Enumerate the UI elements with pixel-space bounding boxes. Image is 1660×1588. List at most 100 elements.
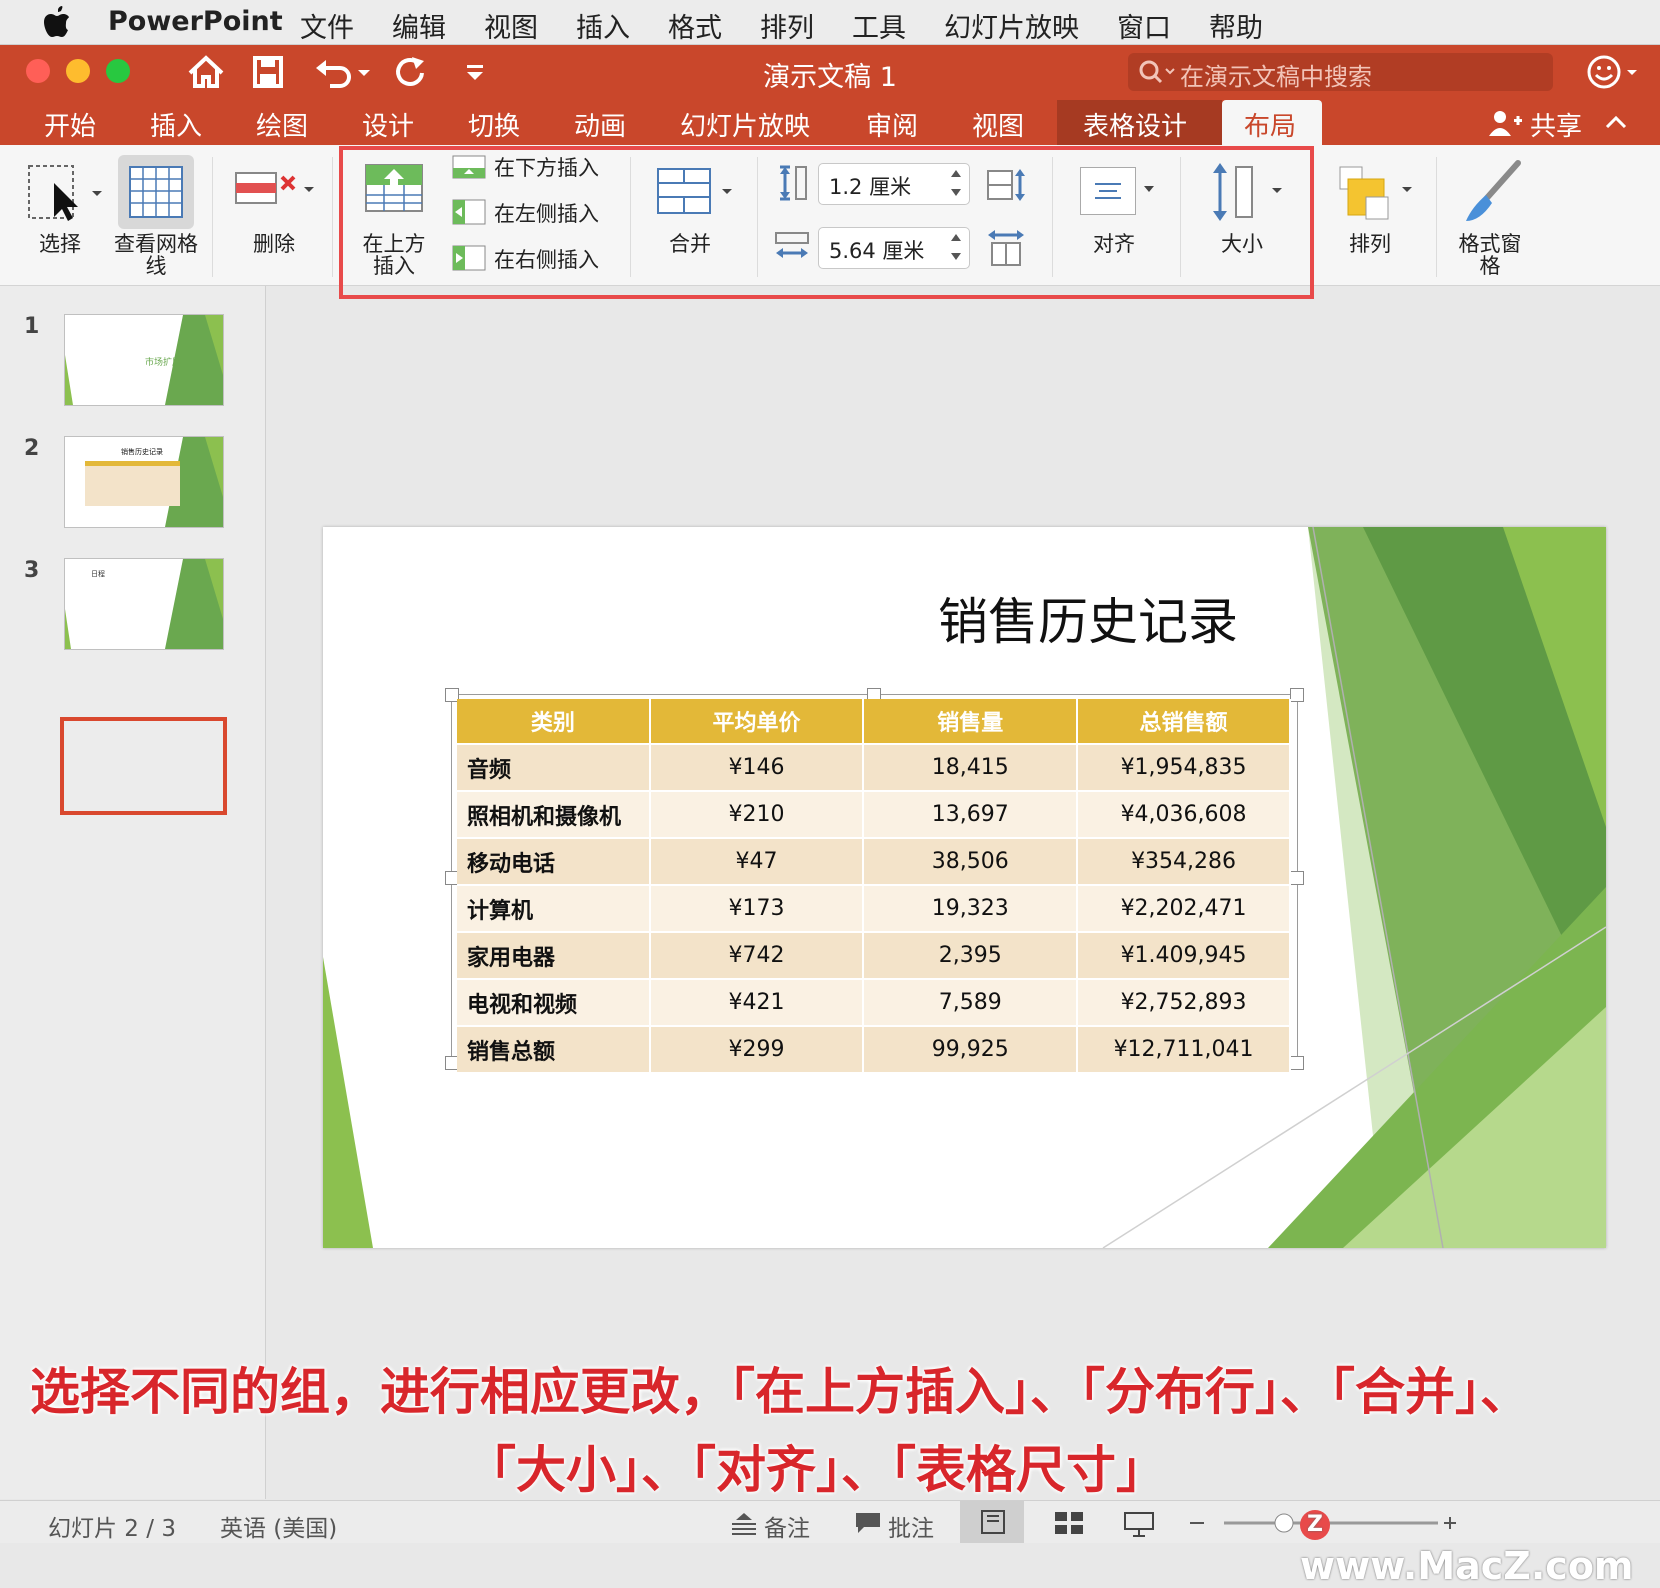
menu-view[interactable]: 视图 [484, 6, 538, 45]
home-icon[interactable] [186, 53, 226, 91]
table-cell[interactable]: 13,697 [863, 790, 1079, 838]
table-cell[interactable]: 19,323 [863, 884, 1079, 932]
table-cell[interactable]: ¥47 [649, 837, 865, 885]
select-arrow-icon[interactable] [26, 163, 106, 223]
table-row: 计算机 ¥173 19,323 ¥2,202,471 [457, 884, 1291, 932]
redo-icon[interactable] [390, 53, 430, 91]
view-gridlines-button[interactable] [118, 155, 194, 229]
menu-format[interactable]: 格式 [668, 6, 722, 45]
table-cell[interactable]: ¥12,711,041 [1077, 1025, 1291, 1072]
caption-line-1: 选择不同的组，进行相应更改，「在上方插入」、「分布行」、「合并」、 [30, 1363, 1530, 1421]
table-cell[interactable]: ¥1,954,835 [1077, 743, 1291, 791]
thumbnail-3-graphics [65, 559, 223, 649]
notes-button[interactable]: 备注 [764, 1509, 810, 1543]
save-icon[interactable] [248, 53, 288, 91]
tab-draw[interactable]: 绘图 [256, 106, 308, 143]
zoom-window-button[interactable] [106, 59, 130, 83]
arrange-icon[interactable] [1338, 165, 1418, 221]
table-cell[interactable]: ¥299 [649, 1025, 865, 1072]
slides-pane: 1 市场扩展 2 销售历史记录 3 日程 [0, 286, 266, 1499]
table-cell[interactable]: 计算机 [457, 884, 651, 932]
slide-title[interactable]: 销售历史记录 [323, 582, 1503, 654]
table-cell[interactable]: ¥2,752,893 [1077, 978, 1291, 1026]
table-cell[interactable]: 2,395 [863, 931, 1079, 979]
selected-slide-frame [60, 717, 227, 815]
arrange-label: 排列 [1349, 232, 1391, 256]
menu-help[interactable]: 帮助 [1209, 6, 1263, 45]
slide-title-text: 销售历史记录 [938, 593, 1238, 651]
table-cell[interactable]: 99,925 [863, 1025, 1079, 1072]
menu-tools[interactable]: 工具 [852, 6, 906, 45]
tab-review[interactable]: 审阅 [866, 106, 918, 143]
tab-home[interactable]: 开始 [44, 106, 96, 143]
tab-animations[interactable]: 动画 [574, 106, 626, 143]
presenter-view-icon[interactable] [1124, 1511, 1154, 1537]
undo-icon[interactable] [312, 53, 372, 91]
tab-view[interactable]: 视图 [972, 106, 1024, 143]
table-cell[interactable]: 音频 [457, 743, 651, 791]
minimize-window-button[interactable] [66, 59, 90, 83]
slide-sorter-icon[interactable] [1054, 1511, 1084, 1535]
tab-design[interactable]: 设计 [362, 106, 414, 143]
format-pane-brush-icon[interactable] [1462, 159, 1524, 225]
table-header-cell[interactable]: 总销售额 [1077, 699, 1291, 744]
table-cell[interactable]: ¥742 [649, 931, 865, 979]
menu-file[interactable]: 文件 [300, 6, 354, 45]
table-cell[interactable]: 移动电话 [457, 837, 651, 885]
table-row: 音频 ¥146 18,415 ¥1,954,835 [457, 743, 1291, 791]
slide-counter: 幻灯片 2 / 3 [48, 1516, 176, 1542]
close-window-button[interactable] [26, 59, 50, 83]
normal-view-button[interactable] [960, 1501, 1024, 1543]
slide-thumbnail-2[interactable]: 销售历史记录 [64, 436, 224, 528]
notes-icon[interactable] [730, 1511, 758, 1535]
table-cell[interactable]: 18,415 [863, 743, 1079, 791]
tab-table-design[interactable]: 表格设计 [1083, 106, 1187, 143]
comments-icon[interactable] [854, 1511, 882, 1535]
feedback-smiley-icon[interactable] [1585, 53, 1641, 91]
resize-handle-mr[interactable] [1290, 871, 1304, 885]
share-button[interactable]: 共享 [1530, 106, 1582, 143]
table-cell[interactable]: ¥2,202,471 [1077, 884, 1291, 932]
comments-button[interactable]: 批注 [888, 1509, 934, 1543]
slide-thumbnail-1[interactable]: 市场扩展 [64, 314, 224, 406]
menu-window[interactable]: 窗口 [1117, 6, 1171, 45]
tab-layout[interactable]: 布局 [1244, 106, 1296, 143]
table-cell[interactable]: ¥146 [649, 743, 865, 791]
table-cell[interactable]: 7,589 [863, 978, 1079, 1026]
tab-slideshow[interactable]: 幻灯片放映 [680, 106, 810, 143]
tab-transitions[interactable]: 切换 [468, 106, 520, 143]
table-header-cell[interactable]: 平均单价 [649, 699, 865, 744]
customize-toolbar-icon[interactable] [462, 53, 488, 91]
table-cell[interactable]: ¥4,036,608 [1077, 790, 1291, 838]
slide-canvas[interactable]: 销售历史记录 类别 平均单价 销售量 总销售额 音频 ¥146 18,415 ¥… [323, 527, 1606, 1248]
table-cell[interactable]: ¥173 [649, 884, 865, 932]
table-cell[interactable]: ¥421 [649, 978, 865, 1026]
table-cell[interactable]: 照相机和摄像机 [457, 790, 651, 838]
table-cell[interactable]: 38,506 [863, 837, 1079, 885]
slide-thumbnail-3[interactable]: 日程 [64, 558, 224, 650]
sales-table[interactable]: 类别 平均单价 销售量 总销售额 音频 ¥146 18,415 ¥1,954,8… [457, 699, 1291, 1072]
search-box[interactable]: 在演示文稿中搜索 [1128, 53, 1553, 91]
table-cell[interactable]: ¥354,286 [1077, 837, 1291, 885]
resize-handle-br[interactable] [1290, 1056, 1304, 1070]
language-indicator[interactable]: 英语 (美国) [220, 1509, 337, 1543]
ribbon-highlight-box [339, 146, 1314, 299]
menu-slideshow[interactable]: 幻灯片放映 [944, 6, 1079, 45]
resize-handle-tr[interactable] [1290, 688, 1304, 702]
table-cell[interactable]: ¥210 [649, 790, 865, 838]
menu-arrange[interactable]: 排列 [760, 6, 814, 45]
table-header-cell[interactable]: 销售量 [863, 699, 1079, 744]
app-name-menu[interactable]: PowerPoint [108, 6, 283, 37]
menu-edit[interactable]: 编辑 [392, 6, 446, 45]
delete-table-icon[interactable] [234, 165, 318, 215]
collapse-ribbon-icon[interactable] [1604, 112, 1628, 132]
table-header-cell[interactable]: 类别 [457, 699, 651, 744]
menu-insert[interactable]: 插入 [576, 6, 630, 45]
table-cell[interactable]: 销售总额 [457, 1025, 651, 1072]
table-cell[interactable]: ¥1.409,945 [1077, 931, 1291, 979]
tab-insert[interactable]: 插入 [150, 106, 202, 143]
table-cell[interactable]: 电视和视频 [457, 978, 651, 1026]
table-cell[interactable]: 家用电器 [457, 931, 651, 979]
apple-icon[interactable] [42, 5, 72, 39]
document-title: 演示文稿 1 [763, 62, 897, 93]
